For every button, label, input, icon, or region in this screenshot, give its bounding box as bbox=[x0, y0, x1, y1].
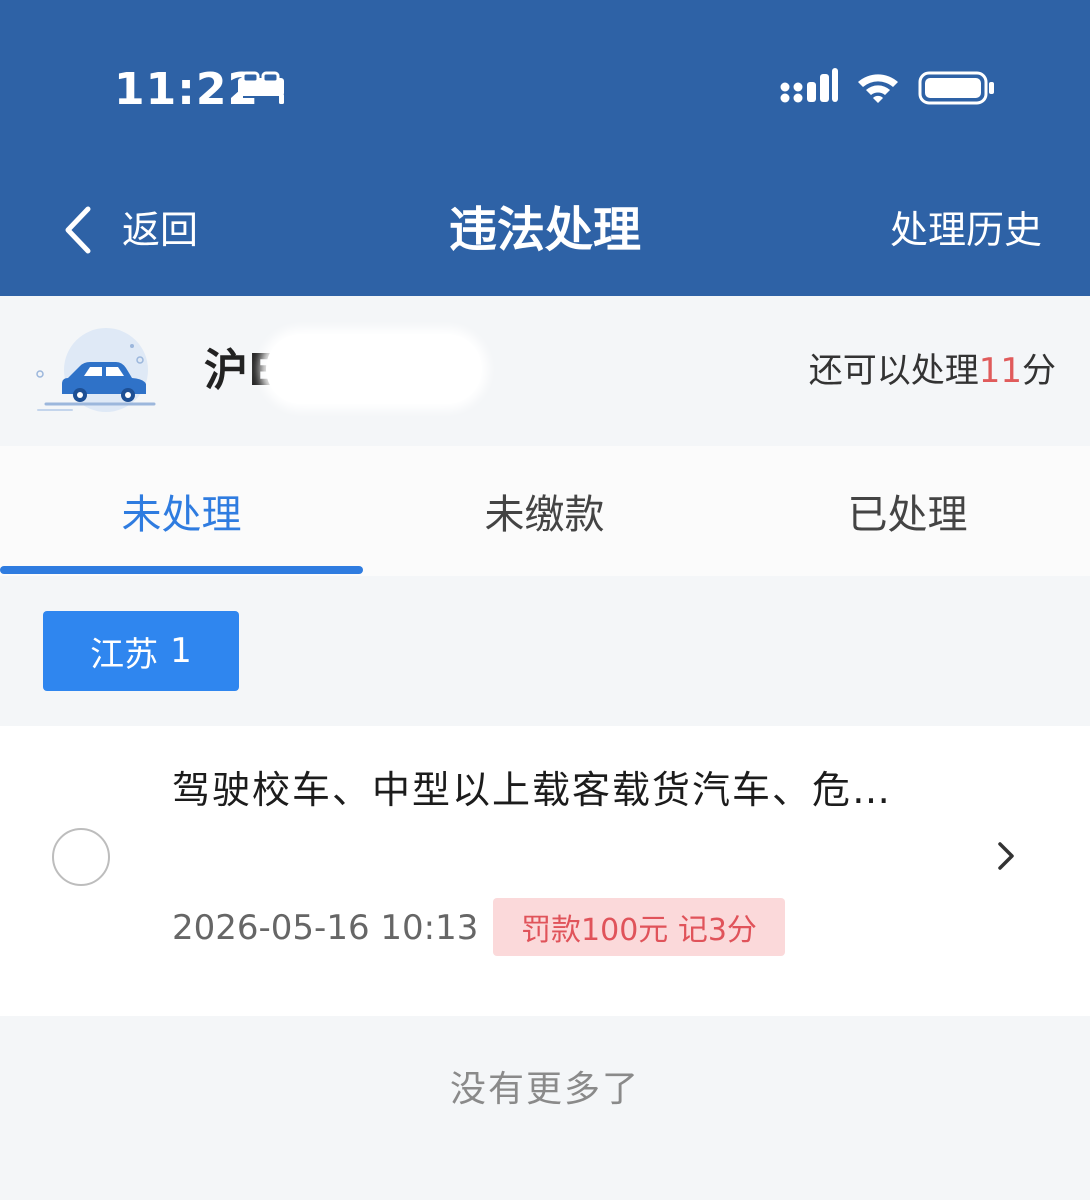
tab-unprocessed[interactable]: 未处理 bbox=[0, 446, 363, 576]
points-value: 11 bbox=[978, 351, 1022, 391]
car-icon bbox=[36, 328, 156, 412]
signal-icon bbox=[780, 68, 838, 103]
points-suffix: 分 bbox=[1022, 351, 1056, 391]
violation-time: 2026-05-16 10:13 bbox=[172, 908, 479, 948]
history-link[interactable]: 处理历史 bbox=[890, 200, 1042, 260]
tab-processed[interactable]: 已处理 bbox=[726, 446, 1089, 576]
region-label: 江苏 bbox=[90, 634, 159, 675]
plate-redaction bbox=[266, 334, 482, 404]
location-redaction bbox=[140, 834, 610, 880]
violation-list-item[interactable]: 驾驶校车、中型以上载客载货汽车、危… 2026-05-16 10:13 罚款10… bbox=[0, 726, 1090, 1016]
wifi-icon bbox=[858, 74, 898, 103]
battery-icon bbox=[918, 71, 994, 105]
app-header: 11:22 返回 违法处理 处理历史 bbox=[0, 0, 1090, 296]
region-count: 1 bbox=[170, 631, 192, 671]
select-checkbox[interactable] bbox=[52, 828, 110, 886]
tab-unpaid[interactable]: 未缴款 bbox=[363, 446, 726, 576]
tab-active-indicator bbox=[0, 566, 363, 574]
tab-bar: 未处理 未缴款 已处理 bbox=[0, 446, 1090, 576]
bed-icon bbox=[238, 71, 284, 104]
region-filter-area: 江苏 1 bbox=[0, 576, 1090, 726]
remaining-points-info: 还可以处理11分 bbox=[809, 346, 1056, 396]
penalty-badge: 罚款100元 记3分 bbox=[493, 898, 785, 956]
nav-bar: 返回 违法处理 处理历史 bbox=[0, 170, 1090, 290]
points-prefix: 还可以处理 bbox=[808, 351, 979, 391]
status-bar: 11:22 bbox=[0, 0, 1090, 150]
chevron-right-icon bbox=[998, 842, 1014, 870]
violation-title: 驾驶校车、中型以上载客载货汽车、危… bbox=[172, 768, 893, 812]
vehicle-card: 沪E 还可以处理11分 bbox=[0, 296, 1090, 446]
no-more-text: 没有更多了 bbox=[449, 1069, 640, 1110]
region-chip-jiangsu[interactable]: 江苏 1 bbox=[43, 611, 239, 691]
